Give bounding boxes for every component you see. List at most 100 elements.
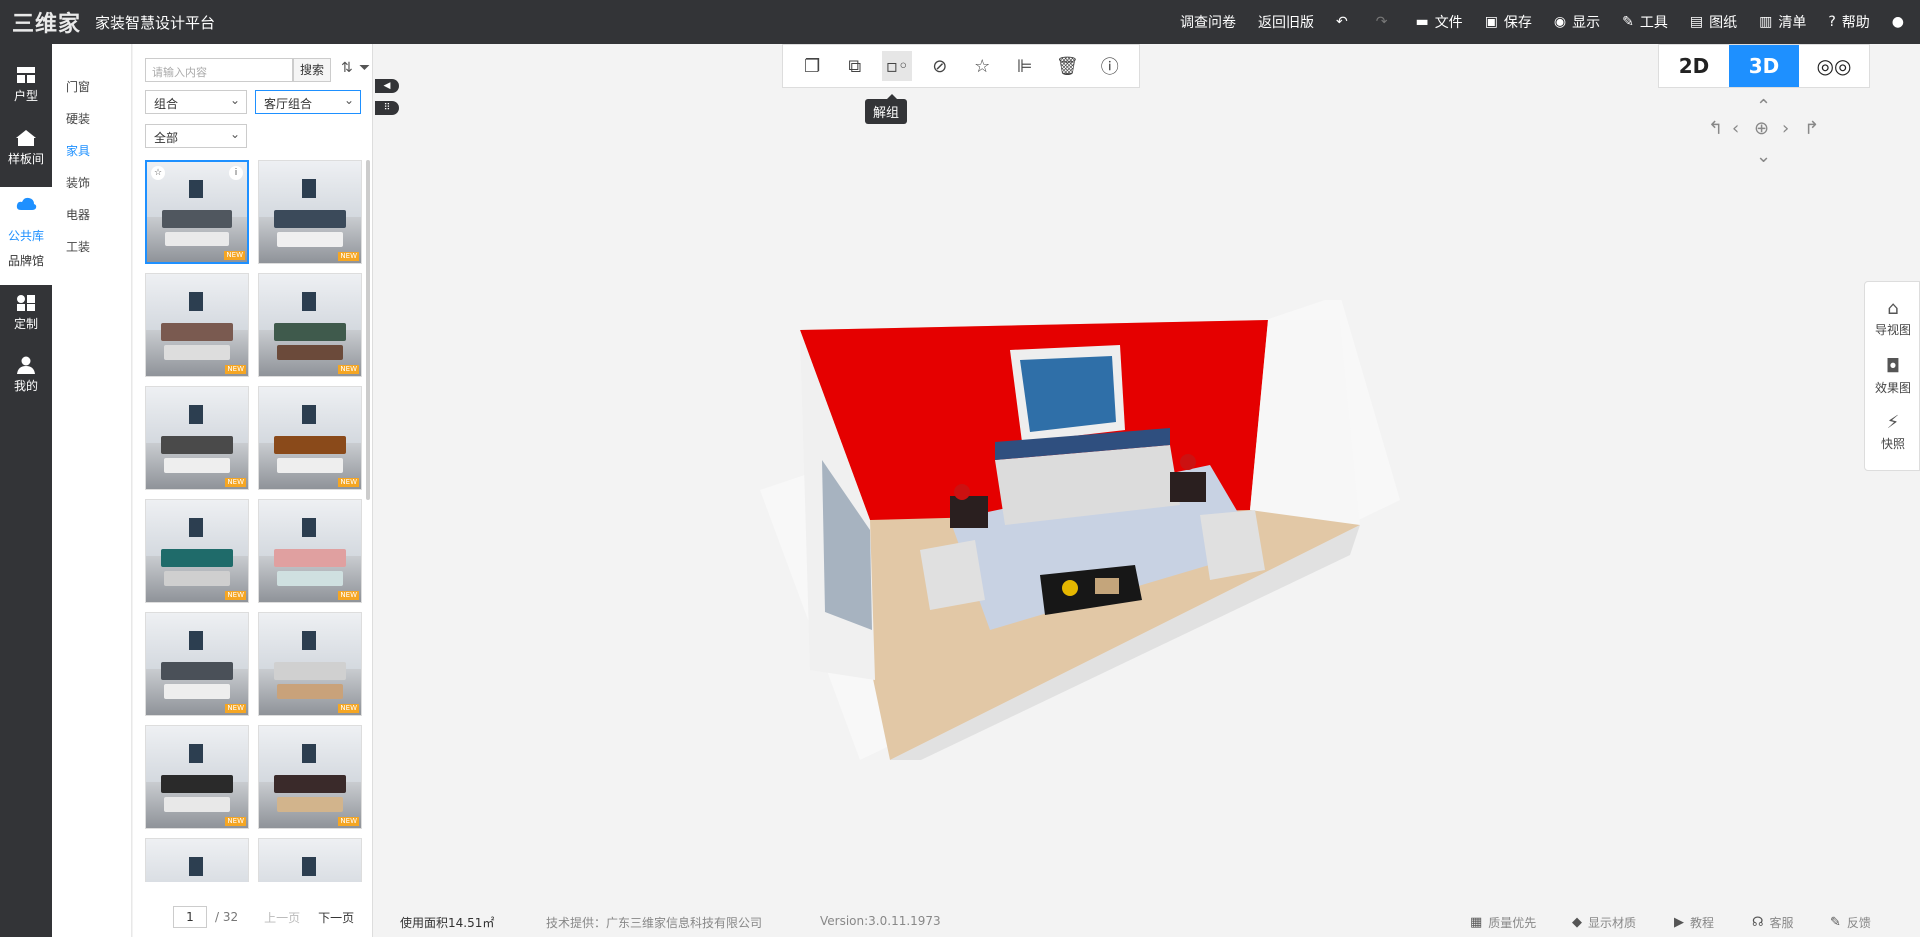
3d-room-view[interactable] — [740, 300, 1420, 760]
view-2d-button[interactable]: 2D — [1659, 45, 1729, 87]
rotate-right-icon[interactable]: ↱ — [1804, 118, 1819, 139]
delete-icon: 🗑 — [1055, 55, 1079, 77]
product-tile[interactable]: NEW — [258, 499, 362, 603]
product-tile[interactable]: NEW — [258, 612, 362, 716]
feedback-button[interactable]: ✎ 反馈 — [1830, 914, 1871, 931]
product-tile[interactable]: NEW — [145, 273, 249, 377]
tile-rug — [164, 797, 230, 812]
filter-type-select[interactable]: 组合 ⌄ — [145, 90, 247, 114]
nav-label-brand-hall[interactable]: 品牌馆 — [0, 252, 52, 269]
favorite-star-icon[interactable]: ☆ — [151, 166, 165, 180]
account-menu[interactable]: ● — [1892, 14, 1910, 30]
nav-item-showroom[interactable]: 样板间 — [0, 129, 52, 167]
product-tile[interactable]: NEW — [145, 725, 249, 829]
camera-right-icon[interactable]: › — [1782, 118, 1789, 139]
tile-painting — [301, 857, 317, 876]
camera-center-icon[interactable]: ⊕ — [1754, 118, 1769, 139]
back-to-old-version-button[interactable]: 返回旧版 — [1258, 12, 1314, 32]
tile-sofa — [274, 435, 346, 455]
category-furniture[interactable]: 家具 — [66, 142, 90, 159]
tile-sofa — [162, 210, 232, 228]
group-button[interactable]: ⧉ — [840, 51, 870, 81]
save-menu[interactable]: ▣ 保存 — [1485, 12, 1532, 32]
rotate-left-icon[interactable]: ↰ — [1708, 118, 1723, 139]
product-tile[interactable]: NEW — [258, 273, 362, 377]
customer-service-button[interactable]: ☊ 客服 — [1752, 914, 1794, 931]
tile-sofa — [274, 209, 346, 229]
grid-view-toggle[interactable]: ⠿ — [375, 101, 399, 115]
nav-view-label: 导视图 — [1874, 323, 1911, 337]
info-icon: ⓘ — [1100, 57, 1119, 78]
redo-button[interactable]: ↷ — [1376, 14, 1394, 30]
product-tile[interactable]: NEW ☆ i — [145, 160, 249, 264]
page-number-input[interactable]: 1 — [173, 906, 207, 928]
favorite-button[interactable]: ☆ — [967, 51, 997, 81]
category-hard-decoration[interactable]: 硬装 — [66, 110, 90, 127]
tutorial-button[interactable]: ▶ 教程 — [1674, 914, 1714, 931]
new-badge: NEW — [225, 478, 246, 487]
tile-rug — [164, 458, 230, 473]
ungroup-button[interactable]: ▫◦ — [882, 51, 913, 81]
category-appliances[interactable]: 电器 — [66, 206, 90, 223]
view-3d-button[interactable]: 3D — [1729, 45, 1799, 87]
app-logo[interactable]: 三维家 家装智慧设计平台 — [12, 8, 215, 37]
info-icon[interactable]: i — [229, 166, 243, 180]
filter-room-select[interactable]: 客厅组合 ⌄ — [255, 90, 361, 114]
collapse-panel-toggle[interactable]: ◀ — [375, 79, 399, 93]
hide-button[interactable]: ⊘ — [925, 51, 955, 81]
display-menu[interactable]: ◉ 显示 — [1554, 12, 1600, 32]
prev-page-button[interactable]: 上一页 — [264, 909, 300, 926]
view-vr-button[interactable]: ◎◎ — [1799, 45, 1869, 87]
render-button[interactable]: ◘ 效果图 — [1865, 356, 1920, 396]
quality-priority-button[interactable]: ▦ 质量优先 — [1470, 914, 1536, 931]
snapshot-button[interactable]: ⚡ 快照 — [1865, 412, 1920, 452]
camera-left-icon[interactable]: ‹ — [1732, 118, 1739, 139]
new-badge: NEW — [225, 591, 246, 600]
tile-painting — [189, 180, 203, 198]
product-tile[interactable]: NEW — [258, 725, 362, 829]
show-material-button[interactable]: ◆ 显示材质 — [1572, 914, 1636, 931]
info-button[interactable]: ⓘ — [1095, 51, 1125, 81]
product-tile[interactable] — [258, 838, 362, 882]
help-menu[interactable]: ? 帮助 — [1828, 12, 1869, 32]
new-badge: NEW — [338, 591, 359, 600]
sort-icon[interactable]: ⇅ — [341, 60, 353, 76]
camera-down-icon[interactable]: ⌄ — [1756, 146, 1771, 167]
product-tile[interactable]: NEW — [145, 612, 249, 716]
tile-painting — [188, 518, 204, 537]
redo-icon: ↷ — [1375, 14, 1388, 30]
nav-item-mine[interactable]: 我的 — [0, 356, 52, 394]
delete-button[interactable]: 🗑 — [1052, 51, 1082, 81]
product-tile[interactable]: NEW — [258, 160, 362, 264]
tile-rug — [277, 458, 343, 473]
drawings-menu[interactable]: ▤ 图纸 — [1690, 12, 1737, 32]
next-page-button[interactable]: 下一页 — [318, 909, 354, 926]
product-tile[interactable] — [145, 838, 249, 882]
filter-icon[interactable]: ⏷ — [359, 60, 370, 76]
filter-style-select[interactable]: 全部 ⌄ — [145, 124, 247, 148]
nav-item-custom[interactable]: 定制 — [0, 294, 52, 332]
nav-view-button[interactable]: ⌂ 导视图 — [1865, 298, 1920, 338]
tile-painting — [301, 179, 317, 198]
undo-button[interactable]: ↶ — [1336, 14, 1354, 30]
product-tile[interactable]: NEW — [145, 386, 249, 490]
new-badge: NEW — [338, 817, 359, 826]
align-button[interactable]: ⊫ — [1010, 51, 1040, 81]
camera-up-icon[interactable]: ⌃ — [1756, 96, 1771, 117]
file-menu[interactable]: ▬ 文件 — [1415, 12, 1462, 32]
product-tile[interactable]: NEW — [258, 386, 362, 490]
category-decoration[interactable]: 装饰 — [66, 174, 90, 191]
tools-menu[interactable]: ✎ 工具 — [1622, 12, 1668, 32]
lamp-right — [1180, 454, 1196, 470]
survey-button[interactable]: 调查问卷 — [1180, 12, 1236, 32]
product-tile[interactable]: NEW — [145, 499, 249, 603]
category-doors-windows[interactable]: 门窗 — [66, 78, 90, 95]
search-button[interactable]: 搜索 — [293, 58, 331, 82]
nav-item-floorplan[interactable]: 户型 — [0, 66, 52, 104]
search-input[interactable]: 请输入内容 — [145, 58, 293, 82]
grid-scrollbar[interactable] — [366, 160, 370, 500]
category-commercial[interactable]: 工装 — [66, 238, 90, 255]
nav-item-public-library[interactable]: 公共库 品牌馆 — [0, 187, 52, 285]
bill-list-menu[interactable]: ▥ 清单 — [1759, 12, 1806, 32]
copy-button[interactable]: ❐ — [797, 51, 827, 81]
